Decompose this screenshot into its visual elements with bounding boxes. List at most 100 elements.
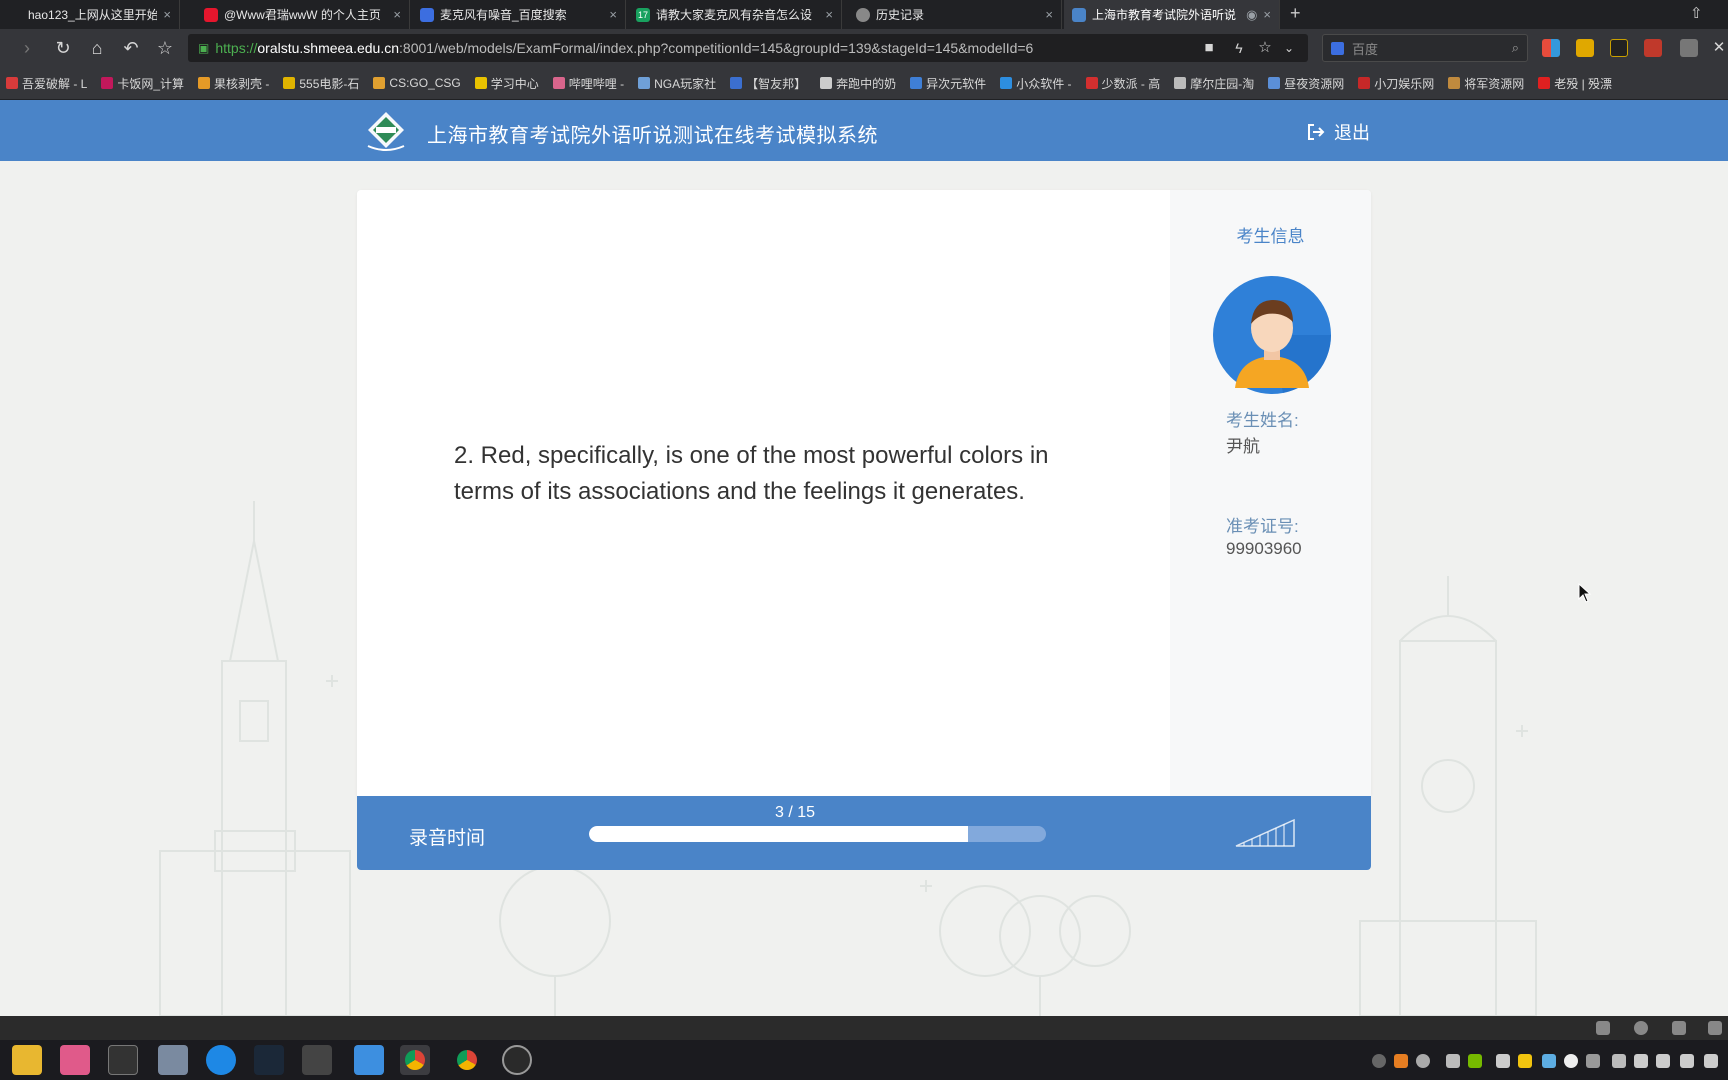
address-bar[interactable]: ▣ https://oralstu.shmeea.edu.cn:8001/web… [188, 34, 1308, 62]
bookmark-favicon-icon [1000, 77, 1013, 89]
star-icon[interactable]: ☆ [154, 37, 176, 59]
bookmark-item[interactable]: CS:GO_CSG [373, 76, 461, 90]
bookmark-item[interactable]: 将军资源网 [1448, 75, 1524, 92]
tray-cat-icon[interactable] [1542, 1054, 1556, 1068]
reader-icon[interactable] [1680, 39, 1698, 57]
candidate-name-value: 尹航 [1226, 437, 1260, 456]
bookmark-item[interactable]: 学习中心 [474, 75, 539, 92]
tray-gear-icon[interactable] [1416, 1054, 1430, 1068]
close-icon[interactable]: × [825, 7, 833, 22]
trash-icon[interactable] [1672, 1021, 1686, 1035]
baidu-icon [1331, 41, 1344, 55]
bilibili-icon[interactable] [60, 1045, 90, 1075]
ime-icon[interactable] [1680, 1054, 1694, 1068]
bookmark-favicon-icon [474, 77, 487, 89]
bookmark-item[interactable]: 555电影-石 [283, 75, 359, 92]
bookmark-item[interactable]: 吾爱破解 - L [6, 75, 87, 92]
tray-bottle-icon[interactable] [1496, 1054, 1510, 1068]
photos-icon[interactable] [158, 1045, 188, 1075]
candidate-id-label: 准考证号: [1226, 517, 1299, 536]
mouse-cursor-icon [1578, 583, 1592, 603]
video-icon[interactable] [1644, 39, 1662, 57]
camera-icon[interactable]: ■ [1198, 37, 1220, 59]
chrome-secondary-icon[interactable] [452, 1045, 482, 1075]
tray-search-icon[interactable] [1394, 1054, 1408, 1068]
menu-icon[interactable]: ✕ [1708, 37, 1728, 59]
apps-icon[interactable] [1542, 39, 1560, 57]
close-icon[interactable]: × [609, 7, 617, 22]
tray-pen-icon[interactable] [1586, 1054, 1600, 1068]
tab-exam-system[interactable]: 上海市教育考试院外语听说 ◉ × [1064, 0, 1280, 29]
volume-icon[interactable] [1656, 1054, 1670, 1068]
bookmark-favicon-icon [910, 77, 923, 89]
browser-toolbar: › ↻ ⌂ ↶ ☆ ▣ https://oralstu.shmeea.edu.c… [0, 29, 1728, 67]
send-icon[interactable] [302, 1045, 332, 1075]
taskbar [0, 1040, 1728, 1080]
notes-icon[interactable] [354, 1045, 384, 1075]
bookmark-item[interactable]: 少数派 - 高 [1085, 75, 1160, 92]
home-icon[interactable]: ⌂ [86, 37, 108, 59]
chevron-down-icon[interactable]: ⌄ [1278, 37, 1300, 59]
rocket-icon[interactable] [1596, 1021, 1610, 1035]
tray-mic-icon[interactable] [1446, 1054, 1460, 1068]
bookmark-favicon-icon [1268, 77, 1281, 89]
bookmark-item[interactable]: 【智友邦】 [730, 75, 806, 92]
bookmark-item[interactable]: NGA玩家社 [638, 75, 716, 92]
chrome-icon[interactable] [400, 1045, 430, 1075]
search-icon[interactable]: ⌕ [1512, 40, 1519, 56]
bookmark-star-icon[interactable]: ☆ [1254, 37, 1276, 59]
terminal-icon[interactable] [108, 1045, 138, 1075]
bookmark-favicon-icon [730, 77, 743, 89]
bookmark-item[interactable]: 果核剥壳 - [198, 75, 269, 92]
tray-shield-icon[interactable] [1518, 1054, 1532, 1068]
bookmark-item[interactable]: 异次元软件 [910, 75, 986, 92]
tab-17[interactable]: 17 请教大家麦克风有杂音怎么设 × [628, 0, 842, 29]
tray-obs-icon[interactable] [1372, 1054, 1386, 1068]
tab-baidu-search[interactable]: 麦克风有噪音_百度搜索 × [412, 0, 626, 29]
bookmark-item[interactable]: 奔跑中的奶 [820, 75, 896, 92]
bookmark-item[interactable]: 昼夜资源网 [1268, 75, 1344, 92]
close-icon[interactable]: × [1263, 7, 1271, 22]
recording-time-label: 录音时间 [409, 828, 486, 849]
tv-icon[interactable] [1610, 39, 1628, 57]
close-icon[interactable]: × [1045, 7, 1053, 22]
reload-icon[interactable]: ↻ [52, 37, 74, 59]
undo-icon[interactable]: ↶ [120, 37, 142, 59]
bookmark-item[interactable]: 老殁 | 殁漂 [1538, 75, 1612, 92]
bookmark-item[interactable]: 小刀娱乐网 [1358, 75, 1434, 92]
close-icon[interactable]: × [163, 7, 171, 22]
browser-tab-strip: hao123_上网从这里开始 × @Www君瑞wwW 的个人主页 × 麦克风有噪音_… [0, 0, 1728, 29]
network-icon[interactable] [1634, 1054, 1648, 1068]
window-menu-icon[interactable]: ⇧ [1690, 4, 1703, 22]
tray-usb-icon[interactable] [1612, 1054, 1626, 1068]
bookmark-item[interactable]: 摩尔庄园-淘 [1174, 75, 1254, 92]
bookmark-item[interactable]: 小众软件 - [1000, 75, 1072, 92]
tab-weibo[interactable]: @Www君瑞wwW 的个人主页 × [196, 0, 410, 29]
app-header: 上海市教育考试院外语听说测试在线考试模拟系统 退出 [0, 100, 1728, 161]
extension-icon[interactable] [1576, 39, 1594, 57]
lightning-icon[interactable]: ϟ [1228, 37, 1250, 59]
notification-icon[interactable] [1704, 1054, 1718, 1068]
steam-icon[interactable] [254, 1045, 284, 1075]
tab-history[interactable]: 历史记录 × [848, 0, 1062, 29]
tray-nvidia-icon[interactable] [1468, 1054, 1482, 1068]
tab-hao123[interactable]: hao123_上网从这里开始 × [0, 0, 180, 29]
settings-icon[interactable] [1634, 1021, 1648, 1035]
logout-button[interactable]: 退出 [1306, 119, 1370, 145]
bookmark-item[interactable]: 哔哩哔哩 - [552, 75, 624, 92]
speaker-icon[interactable] [1708, 1021, 1722, 1035]
tray-qq-icon[interactable] [1564, 1054, 1578, 1068]
forward-icon[interactable]: › [16, 37, 38, 59]
search-input[interactable]: 百度 ⌕ [1322, 34, 1528, 62]
recording-indicator-icon: ◉ [1246, 6, 1258, 22]
new-tab-icon[interactable]: + [1290, 3, 1301, 24]
avatar [1213, 276, 1331, 394]
progress-counter: 3 / 15 [774, 804, 816, 821]
v-app-icon[interactable] [206, 1045, 236, 1075]
obs-icon[interactable] [502, 1045, 532, 1075]
bookmark-item[interactable]: 卡饭网_计算 [101, 75, 184, 92]
close-icon[interactable]: × [393, 7, 401, 22]
candidate-id-value: 99903960 [1226, 539, 1302, 558]
volume-level-icon [1235, 818, 1295, 847]
file-explorer-icon[interactable] [12, 1045, 42, 1075]
